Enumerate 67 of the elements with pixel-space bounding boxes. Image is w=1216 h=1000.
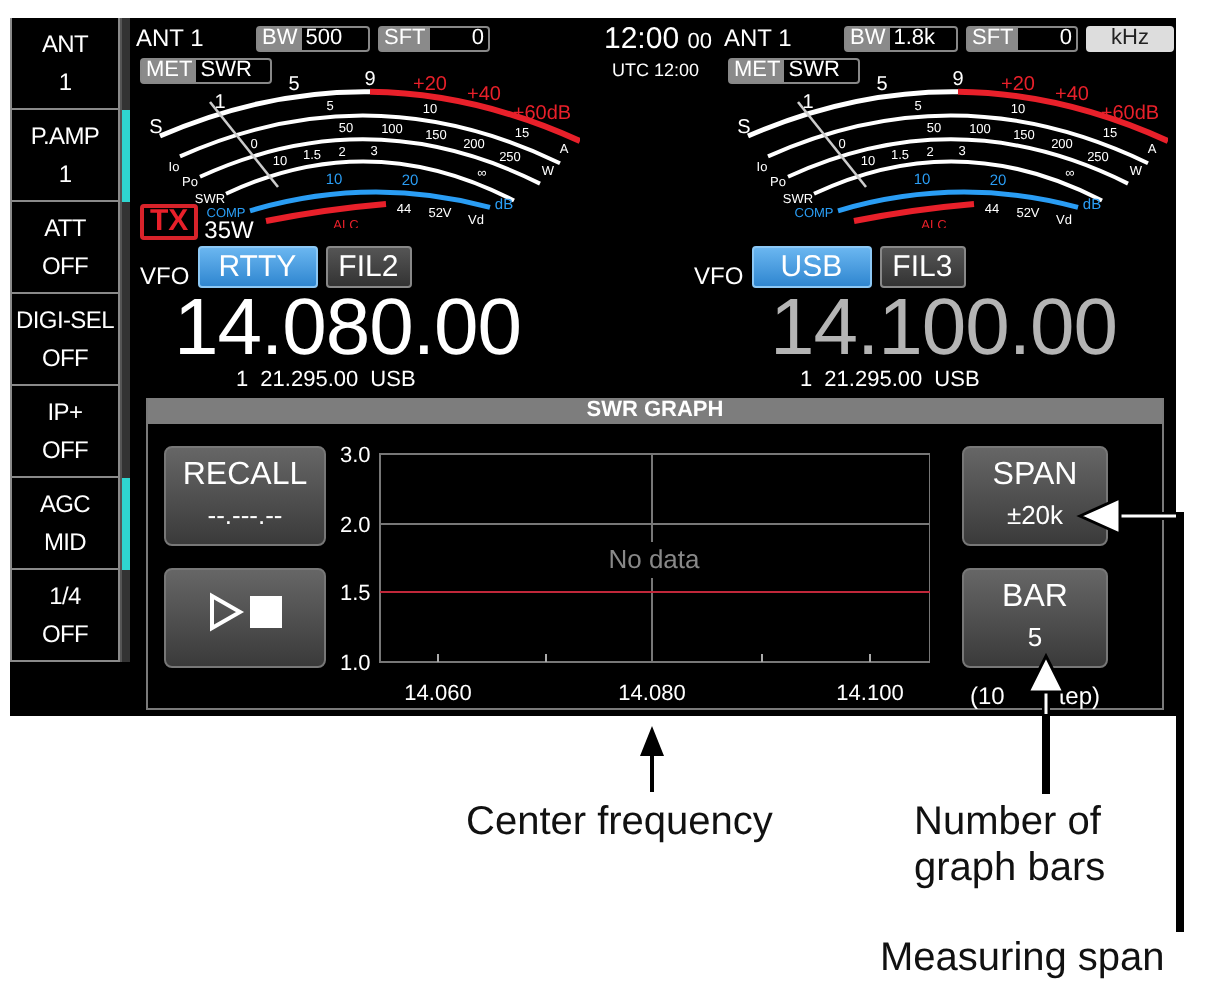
axis-label: 3.0 <box>340 446 371 468</box>
sidebar-button[interactable]: 1/4 OFF <box>10 570 120 662</box>
no-data-message: No data <box>608 544 700 574</box>
axis-label: 14.100 <box>836 682 904 706</box>
power-reading: 35W <box>204 220 254 240</box>
meter-scale-label: 1 <box>214 91 226 114</box>
sub-band-readout: 1 21.295.00 USB <box>800 368 982 392</box>
sidebar-button[interactable]: DIGI-SEL OFF <box>10 294 120 386</box>
filter-button[interactable]: FIL2 <box>325 246 412 288</box>
leader-arrow <box>640 726 664 792</box>
indicator-tag: SFT <box>968 27 1018 49</box>
recall-button[interactable]: RECALL --.---.-- <box>164 446 326 546</box>
callout-label: Number of graph bars <box>914 800 1106 892</box>
frequency-readout: 14.100.00 <box>770 290 1119 368</box>
callout-label: Measuring span <box>880 936 1165 982</box>
meter-scale-label: S <box>150 116 163 139</box>
antenna-label: ANT 1 <box>136 24 206 52</box>
frequency-readout: 14.080.00 <box>174 290 523 368</box>
meter-scale-label: +20 <box>413 73 447 96</box>
meter-scale-label: 9 <box>364 69 376 92</box>
axis-label: 14.060 <box>404 682 472 706</box>
antenna-label: ANT 1 <box>724 24 794 52</box>
sidebar-button[interactable]: IP+ OFF <box>10 386 120 478</box>
sidebar-button[interactable]: ATT OFF <box>10 202 120 294</box>
utc-time: UTC 12:00 <box>610 60 702 80</box>
vfo-label: VFO <box>694 264 744 288</box>
meter-scale-label: +60dB <box>512 102 572 125</box>
callout-label: Center frequency <box>466 800 773 846</box>
meter-scale-label: 5 <box>288 74 300 97</box>
indicator-value: 500 <box>303 27 345 49</box>
meter-scale-label: +20 <box>1001 73 1035 96</box>
meter-scale-label: S <box>738 116 751 139</box>
meter-scale-label: 1 <box>802 91 814 114</box>
indicator-value: 0 <box>469 27 486 49</box>
axis-label: 2.0 <box>340 514 371 538</box>
indicator-value: SWR <box>786 60 842 82</box>
tx-indicator: TX <box>140 204 199 240</box>
indicator-tag: MET <box>142 60 197 82</box>
indicator-tag: MET <box>730 60 785 82</box>
axis-label: 1.0 <box>340 652 371 676</box>
meter-scale-label: +40 <box>1055 84 1089 107</box>
step-note: (10 <box>970 682 1005 710</box>
indicator-tag: BW <box>846 27 890 49</box>
vfo-label: VFO <box>140 264 190 288</box>
axis-label: 14.080 <box>618 682 686 706</box>
indicator-value: 0 <box>1057 27 1074 49</box>
indicator-tag: SFT <box>380 27 430 49</box>
filter-button[interactable]: FIL3 <box>879 246 966 288</box>
bar-button[interactable]: BAR 5 <box>962 568 1108 668</box>
meter-scale-label: 5 <box>876 74 888 97</box>
sidebar-button[interactable]: ANT 1 <box>10 18 120 110</box>
sub-band-readout: 1 21.295.00 USB <box>236 368 418 392</box>
meter-scale-label: +60dB <box>1100 102 1160 125</box>
play-stop-button[interactable] <box>164 568 326 668</box>
meter-scale-label: +40 <box>467 84 501 107</box>
indicator-value: 1.8k <box>891 27 938 49</box>
clock-time: 12:00 00 <box>604 22 714 60</box>
axis-label: 1.5 <box>340 582 371 606</box>
panel-title: SWR GRAPH <box>148 398 1162 424</box>
indicator-value: SWR <box>198 60 254 82</box>
unit-indicator: kHz <box>1086 25 1174 51</box>
sidebar-button[interactable]: AGC MID <box>10 478 120 570</box>
span-button[interactable]: SPAN ±20k <box>962 446 1108 546</box>
sidebar-button[interactable]: P.AMP 1 <box>10 110 120 202</box>
indicator-tag: BW <box>258 27 302 49</box>
meter-scale-label: 9 <box>952 69 964 92</box>
play-stop-icon <box>207 592 283 632</box>
